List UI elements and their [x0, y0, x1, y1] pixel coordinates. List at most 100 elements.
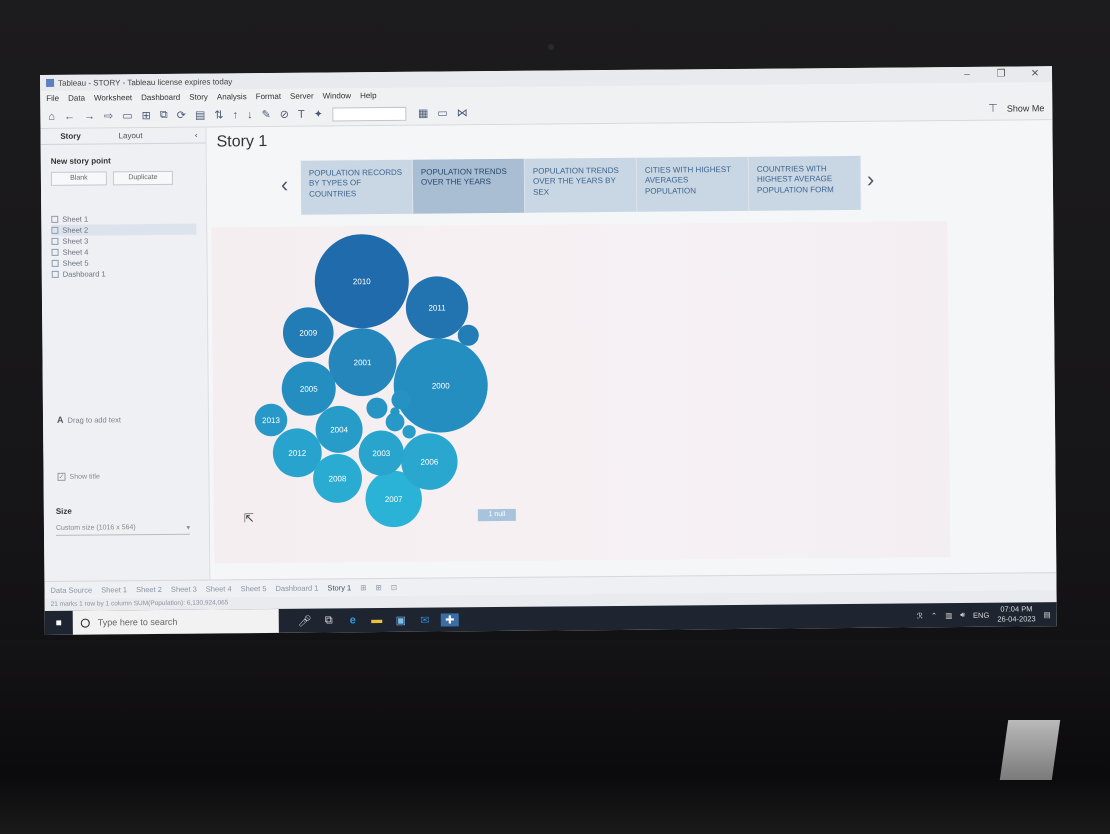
story-point-5[interactable]: COUNTRIES WITH HIGHEST AVERAGE POPULATIO…: [748, 155, 862, 211]
menu-analysis[interactable]: Analysis: [217, 92, 247, 101]
previous-arrow-icon[interactable]: ‹: [281, 172, 289, 198]
sheet-icon: [51, 215, 59, 223]
story-area: Story 1 ‹ POPULATION RECORDS BY TYPES OF…: [206, 120, 1057, 580]
story-point-3[interactable]: POPULATION TRENDS OVER THE YEARS BY SEX: [524, 157, 638, 213]
connect-icon[interactable]: ⇨: [104, 109, 113, 122]
sort-asc-icon[interactable]: ↑: [233, 109, 239, 121]
bubble-unlabeled[interactable]: [457, 324, 479, 346]
tab-sheet-4[interactable]: Sheet 4: [206, 584, 232, 593]
tab-sheet-1[interactable]: Sheet 1: [101, 585, 127, 594]
forward-icon[interactable]: →: [84, 110, 95, 122]
bubble-label: 2003: [372, 449, 390, 458]
tab-dashboard-1[interactable]: Dashboard 1: [275, 584, 318, 593]
edge-browser-icon[interactable]: e: [341, 614, 365, 626]
show-title-checkbox[interactable]: ✓ Show title: [57, 472, 100, 481]
group-icon[interactable]: ⊘: [280, 108, 289, 121]
close-button[interactable]: ✕: [1018, 66, 1052, 82]
new-dashboard-icon[interactable]: ⊞: [375, 583, 381, 592]
bubble-unlabeled[interactable]: [390, 407, 400, 417]
back-icon[interactable]: ←: [64, 110, 75, 122]
tab-sheet-5[interactable]: Sheet 5: [241, 584, 267, 593]
blank-button[interactable]: Blank: [50, 171, 107, 186]
store-icon[interactable]: ▣: [389, 613, 413, 626]
story-point-2[interactable]: POPULATION TRENDS OVER THE YEARS: [412, 158, 526, 214]
home-icon[interactable]: ⌂: [48, 110, 55, 122]
tab-story[interactable]: Story: [40, 128, 100, 144]
menu-file[interactable]: File: [46, 93, 59, 102]
sheet-list: Sheet 1 Sheet 2 Sheet 3 Sheet 4 Sheet 5 …: [41, 213, 207, 280]
menu-help[interactable]: Help: [360, 91, 377, 100]
new-story-icon[interactable]: ⊡: [391, 583, 397, 592]
notification-icon[interactable]: ▤: [1044, 610, 1051, 619]
new-sheet-icon[interactable]: ⊞: [142, 109, 151, 122]
story-point-1[interactable]: POPULATION RECORDS BY TYPES OF COUNTRIES: [300, 159, 414, 215]
clock[interactable]: 07:04 PM 26-04-2023: [997, 604, 1036, 624]
save-icon[interactable]: ▭: [122, 109, 133, 122]
menu-server[interactable]: Server: [290, 91, 314, 100]
language-indicator[interactable]: ENG: [973, 610, 989, 619]
bubble-label: 2010: [353, 277, 371, 286]
menu-dashboard[interactable]: Dashboard: [141, 92, 180, 101]
sheet-icon: [51, 226, 59, 234]
tableau-taskbar-icon[interactable]: ✚: [440, 612, 459, 627]
pin-toolbar-icon[interactable]: ⊤: [988, 102, 998, 115]
menu-window[interactable]: Window: [323, 91, 352, 100]
next-arrow-icon[interactable]: ›: [867, 167, 875, 193]
desk-surface: [0, 640, 1110, 834]
tab-data-source[interactable]: Data Source: [50, 586, 92, 595]
label-icon[interactable]: T: [298, 108, 305, 120]
bubble-label: 2013: [262, 416, 280, 425]
bubble-chart-area: 2010 2000 2001 2011 2007 2006 2005 2009 2012 2008…: [211, 221, 951, 564]
presentation-icon[interactable]: ▭: [437, 106, 448, 119]
volume-icon[interactable]: 🔊︎: [960, 610, 965, 620]
highlight-icon[interactable]: ✎: [262, 108, 271, 121]
bubble-label: 2012: [288, 449, 306, 458]
tab-sheet-3[interactable]: Sheet 3: [171, 585, 197, 594]
sort-desc-icon[interactable]: ↓: [247, 109, 253, 121]
people-icon[interactable]: ℛ: [917, 611, 923, 620]
bubble-label: 2001: [354, 358, 372, 367]
duplicate-button[interactable]: Duplicate: [112, 170, 173, 186]
pin-icon[interactable]: ✦: [314, 108, 323, 121]
maximize-button[interactable]: ❐: [984, 66, 1018, 82]
network-icon[interactable]: ▥: [945, 611, 952, 620]
show-me-button[interactable]: Show Me: [1007, 103, 1045, 113]
chart-icon[interactable]: ▤: [195, 109, 206, 122]
menu-story[interactable]: Story: [189, 92, 208, 101]
system-tray: ℛ ⌃ ▥ 🔊︎ ENG 07:04 PM 26-04-2023 ▤: [909, 604, 1057, 625]
refresh-icon[interactable]: ⟳: [177, 109, 186, 122]
fit-dropdown[interactable]: [331, 106, 407, 121]
null-indicator[interactable]: 1 null: [477, 508, 516, 522]
tableau-app-icon: [46, 78, 55, 87]
new-story-point-heading: New story point: [50, 156, 111, 166]
size-dropdown[interactable]: Custom size (1016 x 564) ▾: [55, 523, 191, 536]
tab-story-1[interactable]: Story 1: [327, 583, 351, 592]
bubble-label: 2005: [300, 385, 318, 394]
collapse-pane-icon[interactable]: ‹: [160, 128, 205, 143]
tab-layout[interactable]: Layout: [100, 128, 160, 144]
file-explorer-icon[interactable]: ▬: [365, 614, 389, 626]
drag-to-add-text[interactable]: A Drag to add text: [57, 414, 121, 425]
microphone-icon[interactable]: 🎤︎: [293, 614, 317, 627]
chevron-up-icon[interactable]: ⌃: [931, 611, 937, 620]
mail-icon[interactable]: ✉: [413, 613, 437, 626]
list-item[interactable]: Dashboard 1: [51, 268, 197, 280]
story-point-4[interactable]: CITIES WITH HIGHEST AVERAGES POPULATION: [636, 156, 750, 212]
share-icon[interactable]: ⋈: [457, 106, 468, 119]
taskbar-search[interactable]: Type here to search: [72, 608, 279, 635]
menu-data[interactable]: Data: [68, 93, 85, 102]
bubble-label: 2009: [299, 329, 317, 338]
bubble-unlabeled[interactable]: [366, 397, 388, 419]
menu-worksheet[interactable]: Worksheet: [94, 93, 132, 102]
windows-start-icon[interactable]: ■: [45, 617, 73, 628]
new-worksheet-icon[interactable]: ⊞: [360, 583, 366, 592]
bubble-unlabeled[interactable]: [391, 390, 411, 410]
duplicate-icon[interactable]: ⧉: [160, 109, 168, 122]
task-view-icon[interactable]: ⧉: [317, 614, 341, 627]
menu-format[interactable]: Format: [256, 91, 281, 100]
show-cards-icon[interactable]: ▦: [418, 107, 429, 120]
minimize-button[interactable]: –: [950, 67, 984, 83]
tab-sheet-2[interactable]: Sheet 2: [136, 585, 162, 594]
bubble-unlabeled[interactable]: [402, 425, 416, 439]
swap-icon[interactable]: ⇅: [214, 108, 223, 121]
